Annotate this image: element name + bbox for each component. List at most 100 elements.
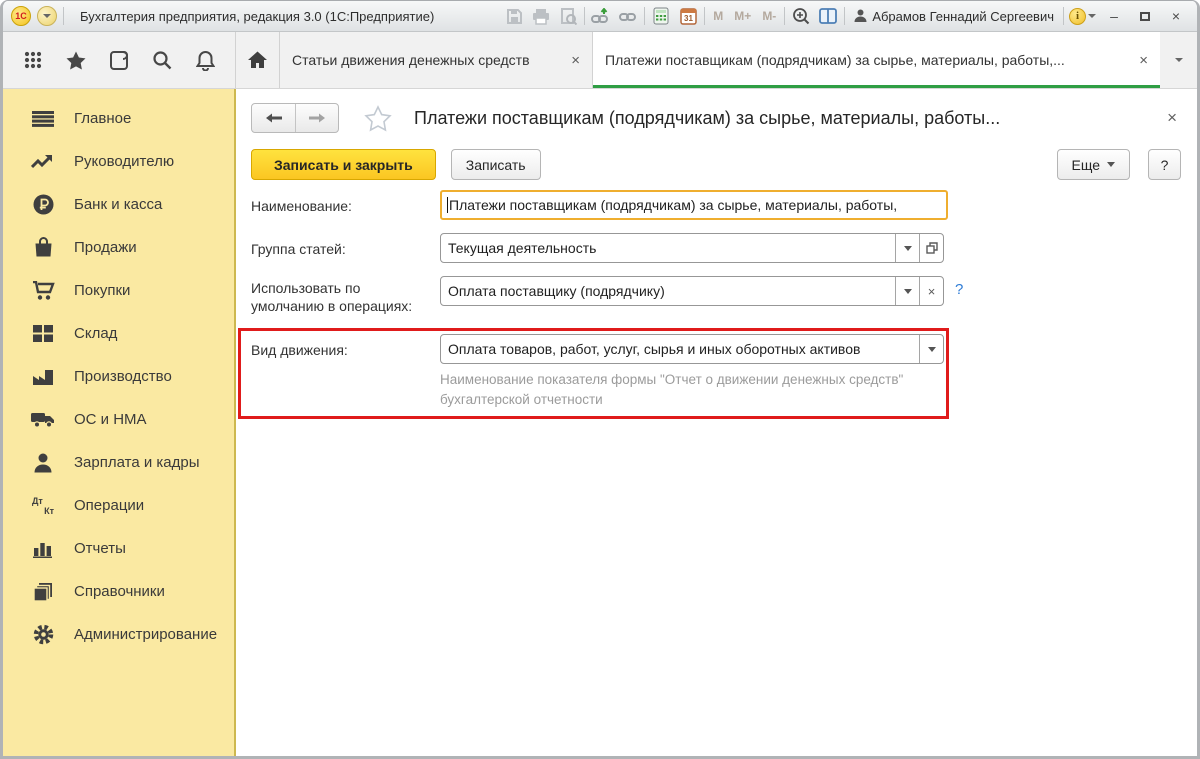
warehouse-icon [31,325,55,342]
memory-m-button[interactable]: M [710,9,726,23]
tab-label: Платежи поставщикам (подрядчикам) за сыр… [605,52,1130,68]
name-input[interactable]: Платежи поставщикам (подрядчикам) за сыр… [440,190,948,220]
form-title: Платежи поставщикам (подрядчикам) за сыр… [414,108,1000,129]
movement-dropdown-button[interactable] [919,335,943,363]
sidebar: Главное Руководителю Банк и касса Продаж… [3,89,236,756]
search-icon [152,50,172,70]
name-label: Наименование: [251,190,440,220]
sidebar-item-fixed-assets[interactable]: ОС и НМА [3,398,234,441]
app-logo-1c[interactable]: 1С [11,6,31,26]
back-button[interactable] [252,104,295,132]
sidebar-item-salary-hr[interactable]: Зарплата и кадры [3,441,234,484]
tab-close-icon[interactable]: × [1139,53,1148,68]
calculator-icon [653,7,669,25]
divider [784,7,785,25]
default-ops-clear-button[interactable]: × [919,277,943,305]
print-button[interactable] [530,5,552,27]
sidebar-item-reports[interactable]: Отчеты [3,527,234,570]
group-open-button[interactable] [919,234,943,262]
divider [844,7,845,25]
tab-strip: Статьи движения денежных средств × Плате… [3,32,1197,89]
sidebar-item-purchases[interactable]: Покупки [3,269,234,312]
system-menu-button[interactable] [37,6,57,26]
sidebar-item-warehouse[interactable]: Склад [3,312,234,355]
tab-close-icon[interactable]: × [571,53,580,68]
tab-supplier-payments[interactable]: Платежи поставщикам (подрядчикам) за сыр… [593,32,1160,88]
movement-value: Оплата товаров, работ, услуг, сырья и ин… [441,335,919,363]
favorites-star-icon [65,50,87,71]
get-link-button[interactable] [590,5,612,27]
add-to-favorites-button[interactable] [364,105,392,132]
sidebar-item-manager[interactable]: Руководителю [3,140,234,183]
minimize-button[interactable]: – [1101,6,1127,26]
sidebar-item-label: Зарплата и кадры [74,454,200,471]
divider [63,7,64,25]
default-ops-value: Оплата поставщику (подрядчику) [441,277,895,305]
group-value: Текущая деятельность [441,234,895,262]
default-ops-help-link[interactable]: ? [955,276,963,315]
save-icon [506,8,523,25]
maximize-icon [1140,12,1150,21]
sidebar-item-production[interactable]: Производство [3,355,234,398]
calendar-button[interactable]: 31 [677,5,699,27]
memory-m-plus-button[interactable]: M+ [731,9,754,23]
movement-hint: Наименование показателя формы "Отчет о д… [440,370,920,410]
preview-button[interactable] [557,5,579,27]
open-icon [926,242,938,254]
group-select[interactable]: Текущая деятельность [440,233,944,263]
default-ops-dropdown-button[interactable] [895,277,919,305]
text-caret [447,197,448,213]
sidebar-item-administration[interactable]: Администрирование [3,613,234,656]
info-menu-button[interactable]: i [1069,8,1096,25]
sidebar-item-bank-cash[interactable]: Банк и касса [3,183,234,226]
go-link-button[interactable] [617,5,639,27]
zoom-button[interactable] [790,5,812,27]
title-bar: 1С Бухгалтерия предприятия, редакция 3.0… [3,1,1197,32]
favorites-button[interactable] [63,47,89,73]
form-header: Платежи поставщикам (подрядчикам) за сыр… [251,103,1181,133]
sidebar-item-label: Продажи [74,239,137,256]
active-tab-underline [593,85,1160,88]
all-functions-button[interactable] [20,47,46,73]
divider [704,7,705,25]
tab-cash-flow-items[interactable]: Статьи движения денежных средств × [280,32,593,88]
search-button[interactable] [149,47,175,73]
sidebar-item-operations[interactable]: ДтКт Операции [3,484,234,527]
sidebar-item-directories[interactable]: Справочники [3,570,234,613]
sidebar-item-sales[interactable]: Продажи [3,226,234,269]
sidebar-item-label: Справочники [74,583,165,600]
sidebar-item-label: Банк и касса [74,196,162,213]
tab-list-button[interactable] [1160,32,1197,88]
sidebar-item-label: Склад [74,325,117,342]
print-icon [532,8,550,25]
split-window-button[interactable] [817,5,839,27]
notifications-button[interactable] [192,47,218,73]
save-button[interactable] [503,5,525,27]
home-icon [247,50,268,70]
history-button[interactable] [106,47,132,73]
close-window-button[interactable]: × [1163,6,1189,26]
default-ops-select[interactable]: Оплата поставщику (подрядчику) × [440,276,944,306]
current-user[interactable]: Абрамов Геннадий Сергеевич [850,9,1058,24]
help-button[interactable]: ? [1148,149,1181,180]
more-button[interactable]: Еще [1057,149,1131,180]
sidebar-item-label: Операции [74,497,144,514]
zoom-icon [792,7,810,25]
save-and-close-button[interactable]: Записать и закрыть [251,149,436,180]
save-button[interactable]: Записать [451,149,541,180]
form-body: Наименование: Платежи поставщикам (подря… [236,190,1197,419]
chevron-down-icon [904,289,912,294]
history-icon [109,50,129,71]
home-button[interactable] [236,32,280,88]
calculator-button[interactable] [650,5,672,27]
maximize-button[interactable] [1132,6,1158,26]
movement-select[interactable]: Оплата товаров, работ, услуг, сырья и ин… [440,334,944,364]
form-close-button[interactable]: × [1163,106,1181,130]
factory-icon [31,368,55,386]
memory-m-minus-button[interactable]: M- [759,9,779,23]
sidebar-item-main[interactable]: Главное [3,97,234,140]
group-dropdown-button[interactable] [895,234,919,262]
forward-button[interactable] [295,104,338,132]
movement-highlight-box: Вид движения: Оплата товаров, работ, усл… [238,328,949,419]
sidebar-item-label: ОС и НМА [74,411,147,428]
